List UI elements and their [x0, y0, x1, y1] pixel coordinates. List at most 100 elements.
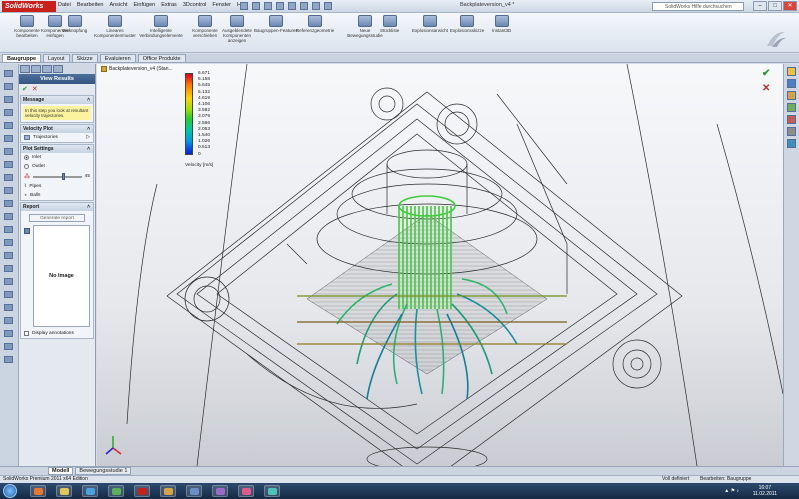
maximize-button[interactable]: □ [768, 1, 782, 11]
inlet-option[interactable]: Inlet [21, 153, 93, 162]
confirm-icon[interactable]: ✔ [762, 68, 770, 79]
viewer-task[interactable] [264, 485, 280, 497]
ok-button[interactable]: ✔ [22, 85, 28, 93]
report-header[interactable]: Report [21, 203, 93, 211]
reference-geometry-button[interactable]: Referenzgeometrie [296, 15, 334, 33]
solidworks-logo[interactable]: SolidWorks [2, 1, 56, 12]
paint-task[interactable] [160, 485, 176, 497]
outlet-radio[interactable] [24, 164, 29, 169]
tab-baugruppe[interactable]: Baugruppe [2, 54, 42, 62]
balls-option[interactable]: ∘ Balls [21, 191, 93, 200]
surface-plot-icon[interactable] [4, 213, 13, 220]
view-palette-icon[interactable] [787, 115, 796, 124]
media-task[interactable] [82, 485, 98, 497]
clock[interactable]: 16:07 11.02.2011 [753, 485, 777, 497]
trajectories-item[interactable]: Trajectories ▷ [21, 133, 93, 142]
editor-task[interactable] [238, 485, 254, 497]
zoom-icon[interactable] [4, 83, 13, 90]
flow-results-icon[interactable] [4, 187, 13, 194]
report-icon[interactable] [4, 317, 13, 324]
bill-of-materials-button[interactable]: Stückliste [380, 15, 399, 33]
graphics-area[interactable]: Backplateversion_v4 (Stan... 6.671 6.158 5… [97, 64, 783, 466]
report-save-icon[interactable] [24, 228, 30, 234]
firefox-task[interactable] [30, 485, 46, 497]
appearances-icon[interactable] [787, 127, 796, 136]
print-icon[interactable] [276, 2, 284, 10]
density-slider[interactable] [33, 172, 82, 180]
menu-item-bearbeiten[interactable]: Bearbeiten [77, 2, 104, 8]
linear-pattern-button[interactable]: Lineares Komponentenmuster [92, 15, 138, 38]
tool-task[interactable] [212, 485, 228, 497]
cancel-button[interactable]: ✕ [32, 85, 38, 93]
scene-icon[interactable] [4, 161, 13, 168]
new-icon[interactable] [240, 2, 248, 10]
instant3d-button[interactable]: Instant3D [492, 15, 511, 33]
appearance-icon[interactable] [4, 148, 13, 155]
tab-office-produkte[interactable]: Office Produkte [137, 54, 186, 62]
file-explorer-icon[interactable] [787, 91, 796, 100]
export-icon[interactable] [4, 343, 13, 350]
search-results-icon[interactable] [787, 103, 796, 112]
network-task[interactable] [186, 485, 202, 497]
exploded-view-button[interactable]: Explosionsansicht [412, 15, 448, 33]
custom-properties-icon[interactable] [787, 139, 796, 148]
dimxpert-tab-icon[interactable] [53, 65, 63, 73]
hide-show-icon[interactable] [4, 135, 13, 142]
display-annotations-option[interactable]: Display annotations [21, 329, 93, 338]
plot-settings-header[interactable]: Plot Settings [21, 145, 93, 153]
save-icon[interactable] [264, 2, 272, 10]
pipes-option[interactable]: ⌇ Pipes [21, 182, 93, 191]
minimize-button[interactable]: – [753, 1, 767, 11]
explode-line-sketch-button[interactable]: Explosionsskizze [450, 15, 484, 33]
options-icon[interactable] [324, 2, 332, 10]
resources-icon[interactable] [787, 67, 796, 76]
generate-report-button[interactable]: Generate report [29, 214, 85, 222]
rebuild-icon[interactable] [312, 2, 320, 10]
menu-item-einfuegen[interactable]: Einfügen [134, 2, 156, 8]
select-icon[interactable] [300, 2, 308, 10]
undo-icon[interactable] [288, 2, 296, 10]
flow-trajectories-icon[interactable] [4, 239, 13, 246]
slider-thumb[interactable] [62, 172, 66, 180]
solidworks-task[interactable] [134, 485, 150, 497]
discard-icon[interactable]: ✕ [762, 83, 770, 94]
smart-fasteners-button[interactable]: Intelligente Verbindungselemente [138, 15, 184, 38]
menu-item-fenster[interactable]: Fenster [212, 2, 231, 8]
menu-item-ansicht[interactable]: Ansicht [109, 2, 127, 8]
velocity-plot-header[interactable]: Velocity Plot [21, 125, 93, 133]
app-task[interactable] [108, 485, 124, 497]
settings-icon[interactable] [4, 356, 13, 363]
design-library-icon[interactable] [787, 79, 796, 88]
tab-layout[interactable]: Layout [43, 54, 70, 62]
point-parameters-icon[interactable] [4, 265, 13, 272]
property-manager-tab-icon[interactable] [31, 65, 41, 73]
model-tree-node[interactable]: Backplateversion_v4 (Stan... [101, 66, 173, 72]
section-view-icon[interactable] [4, 109, 13, 116]
menu-item-3dcontrol[interactable]: 3Dcontrol [183, 2, 207, 8]
cut-plot-icon[interactable] [4, 200, 13, 207]
display-style-icon[interactable] [4, 122, 13, 129]
display-annotations-checkbox[interactable] [24, 331, 29, 336]
explorer-task[interactable] [56, 485, 72, 497]
goal-plot-icon[interactable] [4, 291, 13, 298]
menu-item-extras[interactable]: Extras [161, 2, 177, 8]
assembly-features-button[interactable]: Baugruppen-Features [254, 15, 298, 33]
particle-study-icon[interactable] [4, 252, 13, 259]
isosurface-icon[interactable] [4, 226, 13, 233]
tab-bewegungsstudie[interactable]: Bewegungsstudie 1 [75, 467, 132, 475]
play-icon[interactable]: ▷ [86, 135, 90, 140]
tab-evaluieren[interactable]: Evaluieren [99, 54, 136, 62]
start-button[interactable] [3, 484, 17, 498]
surface-parameters-icon[interactable] [4, 278, 13, 285]
open-icon[interactable] [252, 2, 260, 10]
outlet-option[interactable]: Outlet [21, 162, 93, 171]
measure-icon[interactable] [4, 174, 13, 181]
tab-skizze[interactable]: Skizze [71, 54, 98, 62]
close-button[interactable]: ✕ [783, 1, 797, 11]
feature-tree-tab-icon[interactable] [20, 65, 30, 73]
tab-modell[interactable]: Modell [48, 467, 74, 475]
menu-item-datei[interactable]: Datei [58, 2, 71, 8]
mate-button[interactable]: Verknüpfung [62, 15, 87, 33]
configuration-tab-icon[interactable] [42, 65, 52, 73]
xy-plot-icon[interactable] [4, 304, 13, 311]
